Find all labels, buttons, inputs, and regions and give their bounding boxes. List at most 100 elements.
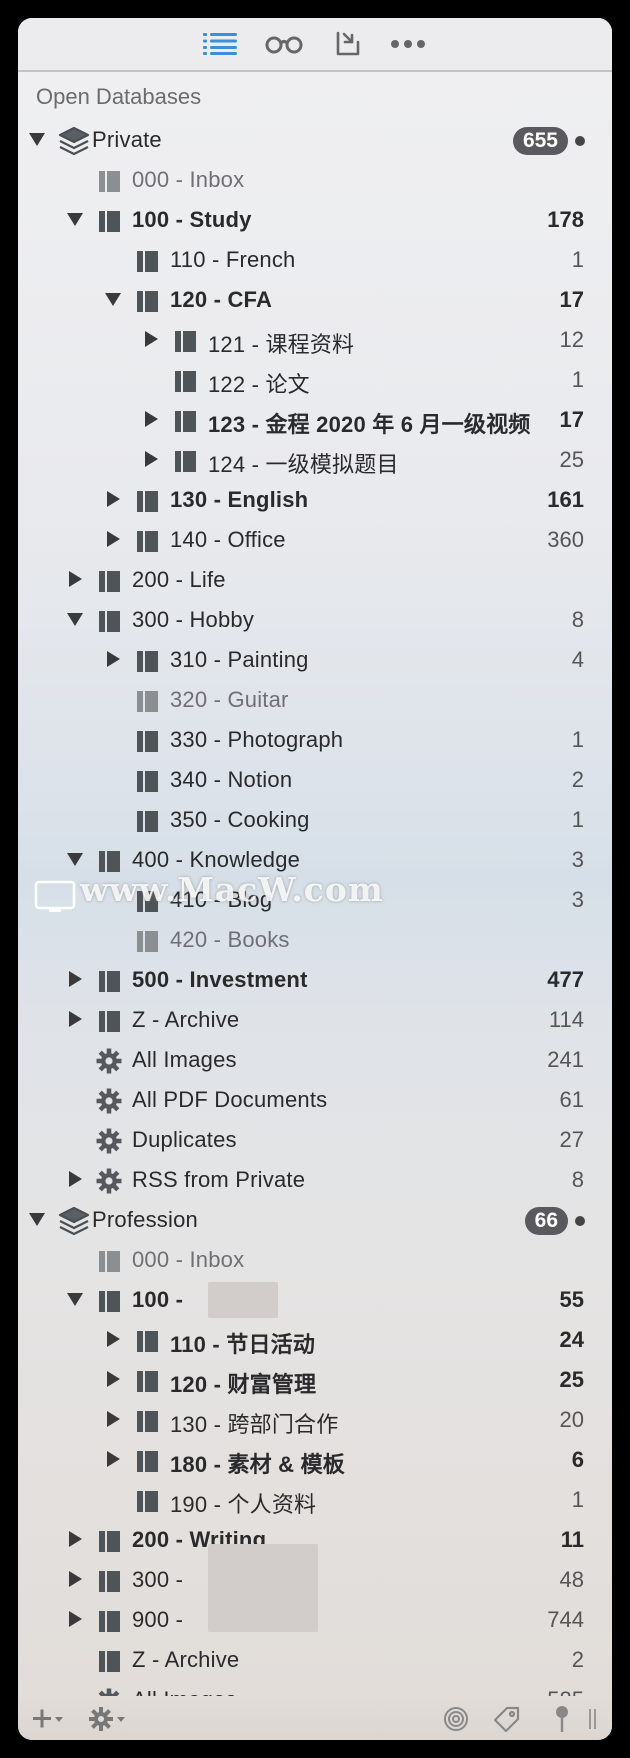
group-row[interactable]: 123 - 金程 2020 年 6 月一级视频 17 bbox=[18, 400, 612, 440]
row-count: 27 bbox=[559, 1127, 584, 1152]
add-menu-icon[interactable] bbox=[30, 1704, 66, 1734]
group-row[interactable]: 330 - Photograph 1 bbox=[18, 720, 612, 760]
group-book-icon bbox=[96, 608, 122, 634]
more-icon[interactable] bbox=[386, 27, 430, 61]
group-row[interactable]: 120 - CFA 17 bbox=[18, 280, 612, 320]
glasses-icon[interactable] bbox=[262, 27, 306, 61]
group-book-icon bbox=[134, 288, 160, 314]
group-row[interactable]: 124 - 一级模拟题目 25 bbox=[18, 440, 612, 480]
row-label: Z - Archive bbox=[132, 1007, 240, 1032]
disclosure-collapsed-icon[interactable] bbox=[104, 490, 122, 510]
group-row[interactable]: 121 - 课程资料 12 bbox=[18, 320, 612, 360]
group-row[interactable]: 130 - 跨部门合作 20 bbox=[18, 1400, 612, 1440]
group-book-icon bbox=[96, 1288, 122, 1314]
group-row[interactable]: 110 - 节日活动 24 bbox=[18, 1320, 612, 1360]
disclosure-expanded-icon[interactable] bbox=[28, 1210, 46, 1230]
group-row[interactable]: 310 - Painting 4 bbox=[18, 640, 612, 680]
row-count: 17 bbox=[559, 287, 584, 312]
group-row[interactable]: 300 - Hobby 8 bbox=[18, 600, 612, 640]
row-label: Duplicates bbox=[132, 1127, 237, 1152]
disclosure-collapsed-icon[interactable] bbox=[66, 1170, 84, 1190]
group-book-icon bbox=[96, 1528, 122, 1554]
tag-icon[interactable] bbox=[492, 1704, 522, 1734]
pin-icon[interactable] bbox=[552, 1704, 572, 1734]
disclosure-collapsed-icon[interactable] bbox=[66, 570, 84, 590]
row-label: Z - Archive bbox=[132, 1647, 240, 1672]
smart-group-gear-icon bbox=[96, 1128, 122, 1154]
disclosure-collapsed-icon[interactable] bbox=[104, 530, 122, 550]
group-row[interactable]: 420 - Books bbox=[18, 920, 612, 960]
group-row[interactable]: 100 - Study 178 bbox=[18, 200, 612, 240]
smart-group-row[interactable]: Duplicates 27 bbox=[18, 1120, 612, 1160]
disclosure-collapsed-icon[interactable] bbox=[66, 1530, 84, 1550]
group-row[interactable]: 180 - 素材 & 模板 6 bbox=[18, 1440, 612, 1480]
group-row[interactable]: 110 - French 1 bbox=[18, 240, 612, 280]
disclosure-expanded-icon[interactable] bbox=[66, 210, 84, 230]
row-label: 180 - 素材 & 模板 bbox=[170, 1452, 345, 1477]
disclosure-collapsed-icon[interactable] bbox=[104, 1330, 122, 1350]
row-count: 2 bbox=[571, 1647, 584, 1672]
smart-group-row[interactable]: All Images 585 bbox=[18, 1680, 612, 1696]
disclosure-expanded-icon[interactable] bbox=[66, 610, 84, 630]
database-icon bbox=[58, 126, 90, 156]
section-header-open-databases: Open Databases bbox=[36, 84, 202, 109]
group-row[interactable]: 120 - 财富管理 25 bbox=[18, 1360, 612, 1400]
import-icon[interactable] bbox=[326, 27, 370, 61]
group-book-icon bbox=[134, 1408, 160, 1434]
list-view-icon[interactable] bbox=[198, 27, 242, 61]
smart-group-row[interactable]: All PDF Documents 61 bbox=[18, 1080, 612, 1120]
disclosure-collapsed-icon[interactable] bbox=[66, 1570, 84, 1590]
group-row[interactable]: 000 - Inbox bbox=[18, 1240, 612, 1280]
group-row[interactable]: 320 - Guitar bbox=[18, 680, 612, 720]
group-row[interactable]: 122 - 论文 1 bbox=[18, 360, 612, 400]
disclosure-collapsed-icon[interactable] bbox=[142, 450, 160, 470]
disclosure-expanded-icon[interactable] bbox=[28, 130, 46, 150]
row-count: 1 bbox=[571, 807, 584, 832]
row-label: 100 - Study bbox=[132, 207, 252, 232]
row-count: 585 bbox=[547, 1687, 584, 1696]
database-row[interactable]: Profession 66 bbox=[18, 1200, 612, 1240]
group-book-icon bbox=[134, 528, 160, 554]
row-count: 4 bbox=[571, 647, 584, 672]
group-row[interactable]: 190 - 个人资料 1 bbox=[18, 1480, 612, 1520]
disclosure-collapsed-icon[interactable] bbox=[104, 1410, 122, 1430]
group-row[interactable]: 000 - Inbox bbox=[18, 160, 612, 200]
gear-menu-icon[interactable] bbox=[88, 1704, 128, 1734]
row-count: 6 bbox=[571, 1447, 584, 1472]
row-count: 161 bbox=[547, 487, 584, 512]
smart-group-gear-icon bbox=[96, 1088, 122, 1114]
group-row[interactable]: 130 - English 161 bbox=[18, 480, 612, 520]
disclosure-expanded-icon[interactable] bbox=[66, 850, 84, 870]
disclosure-collapsed-icon[interactable] bbox=[66, 1010, 84, 1030]
group-row[interactable]: 340 - Notion 2 bbox=[18, 760, 612, 800]
group-book-icon bbox=[134, 648, 160, 674]
group-row[interactable]: Z - Archive 2 bbox=[18, 1640, 612, 1680]
group-row[interactable]: 300 - 48 bbox=[18, 1544, 612, 1632]
smart-group-row[interactable]: All Images 241 bbox=[18, 1040, 612, 1080]
target-icon[interactable] bbox=[442, 1704, 470, 1734]
group-row[interactable]: 900 - 744 bbox=[18, 1600, 612, 1640]
smart-group-row[interactable]: RSS from Private 8 bbox=[18, 1160, 612, 1200]
resize-handle-icon[interactable] bbox=[588, 1704, 598, 1734]
disclosure-collapsed-icon[interactable] bbox=[142, 330, 160, 350]
disclosure-collapsed-icon[interactable] bbox=[104, 1370, 122, 1390]
disclosure-collapsed-icon[interactable] bbox=[142, 410, 160, 430]
disclosure-collapsed-icon[interactable] bbox=[66, 970, 84, 990]
group-row[interactable]: Z - Archive 114 bbox=[18, 1000, 612, 1040]
database-count-badge: 66 bbox=[524, 1207, 568, 1235]
group-row[interactable]: 140 - Office 360 bbox=[18, 520, 612, 560]
bottom-bar bbox=[18, 1698, 612, 1740]
disclosure-collapsed-icon[interactable] bbox=[104, 1450, 122, 1470]
row-label: 130 - 跨部门合作 bbox=[170, 1412, 339, 1437]
disclosure-expanded-icon[interactable] bbox=[104, 290, 122, 310]
group-row[interactable]: 350 - Cooking 1 bbox=[18, 800, 612, 840]
disclosure-expanded-icon[interactable] bbox=[66, 1290, 84, 1310]
database-row[interactable]: Private 655 bbox=[18, 120, 612, 160]
disclosure-collapsed-icon[interactable] bbox=[104, 650, 122, 670]
group-row[interactable]: 200 - Life bbox=[18, 560, 612, 600]
open-indicator-dot bbox=[575, 136, 585, 146]
disclosure-collapsed-icon[interactable] bbox=[66, 1610, 84, 1630]
row-count: 1 bbox=[571, 367, 584, 392]
group-row[interactable]: 500 - Investment 477 bbox=[18, 960, 612, 1000]
group-row[interactable]: 100 - 55 bbox=[18, 1280, 612, 1320]
